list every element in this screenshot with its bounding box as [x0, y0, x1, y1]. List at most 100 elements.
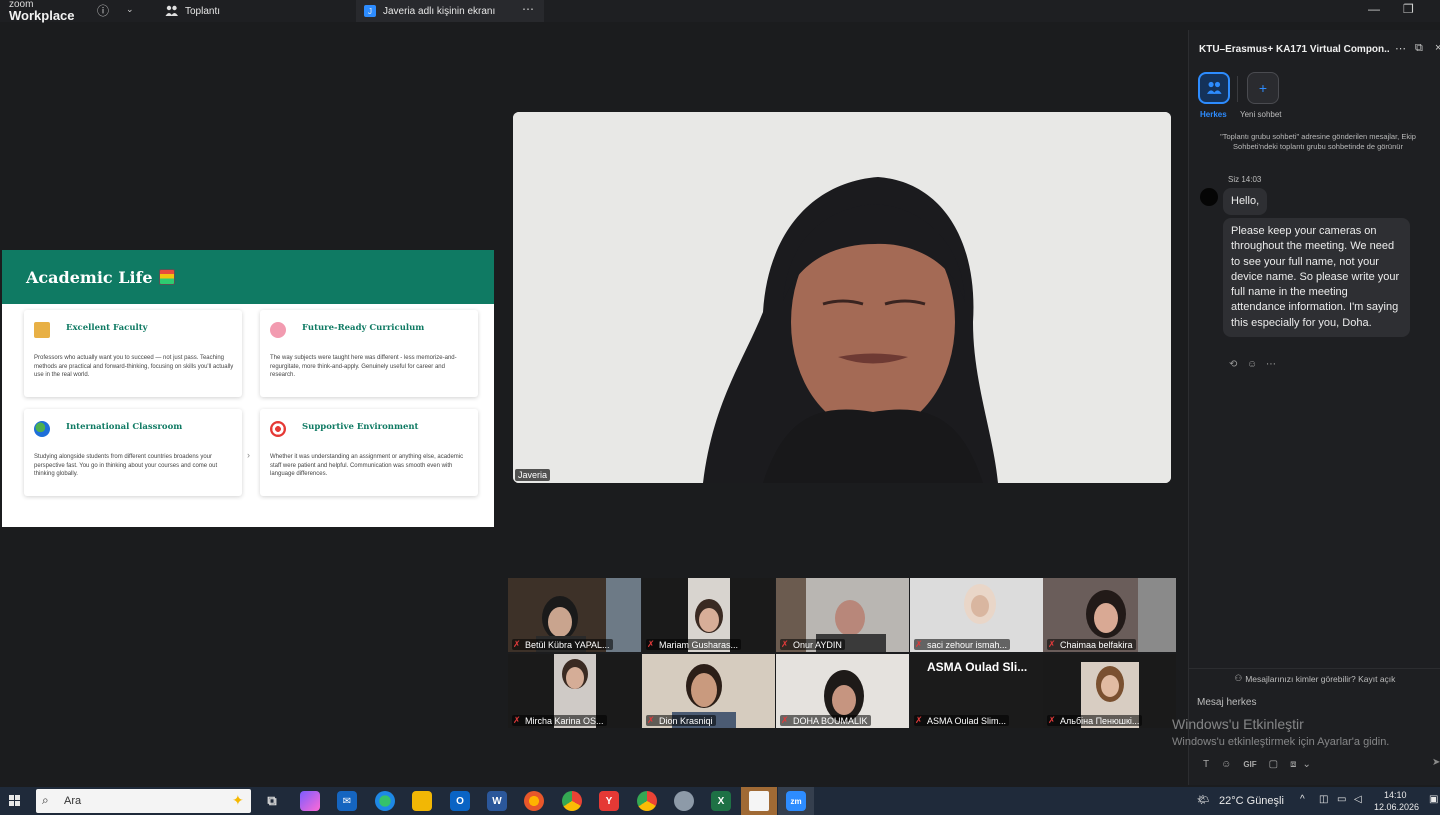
- mic-muted-icon: ✗: [647, 639, 655, 649]
- participant-tile[interactable]: ✗ Альбіна Пенюшкі...: [1043, 654, 1176, 728]
- participants-icon: [165, 5, 178, 16]
- minimize-icon[interactable]: —: [1368, 2, 1380, 16]
- excel-icon[interactable]: X: [711, 791, 731, 811]
- tray-chevron-up-icon[interactable]: ^: [1300, 794, 1305, 805]
- reply-icon[interactable]: ⟲: [1229, 359, 1237, 370]
- new-chat-button[interactable]: +: [1247, 72, 1279, 104]
- message-input[interactable]: [1197, 693, 1433, 711]
- yandex-icon[interactable]: Y: [599, 791, 619, 811]
- participant-display-name: ASMA Oulad Sli...: [927, 660, 1028, 674]
- outlook-icon[interactable]: O: [450, 791, 470, 811]
- emoji-reaction-icon[interactable]: ☺: [1247, 359, 1257, 370]
- participant-name: ✗ Betül Kübra YAPAL...: [512, 639, 613, 650]
- tab-meeting[interactable]: Toplantı: [155, 0, 355, 22]
- card-text: Whether it was understanding an assignme…: [270, 454, 464, 477]
- mic-muted-icon: ✗: [915, 715, 923, 725]
- participant-name: ✗ ASMA Oulad Slim...: [914, 715, 1010, 726]
- clock-date[interactable]: 12.06.2026: [1374, 802, 1419, 812]
- paint-icon[interactable]: [674, 791, 694, 811]
- participant-tile[interactable]: ✗ saci zehour ismah...: [910, 578, 1043, 652]
- camera-tray-icon[interactable]: ◫: [1319, 794, 1328, 805]
- emoji-icon[interactable]: ☺: [1221, 759, 1231, 770]
- card-text: The way subjects were taught here was di…: [270, 355, 457, 378]
- participant-tile[interactable]: ✗ Chaimaa belfakira: [1043, 578, 1176, 652]
- tab-meeting-label: Toplantı: [185, 5, 221, 17]
- chat-title: KTU–Erasmus+ KA171 Virtual Compon...: [1199, 44, 1389, 55]
- word-icon[interactable]: W: [487, 791, 507, 811]
- windows-start-icon[interactable]: [9, 795, 21, 807]
- clock-time[interactable]: 14:10: [1384, 790, 1407, 800]
- slide-title: Academic Life: [26, 267, 153, 287]
- participant-tile[interactable]: ✗ DOHA BOUMALIK: [776, 654, 909, 728]
- task-view-icon[interactable]: ⧉: [262, 791, 282, 811]
- text-format-icon[interactable]: T: [1203, 759, 1209, 770]
- brand-line2: Workplace: [9, 8, 75, 23]
- brain-icon: [270, 322, 286, 338]
- participant-tile[interactable]: ✗ Mircha Karina OS...: [508, 654, 641, 728]
- tab-screen-share[interactable]: J Javeria adlı kişinin ekranı: [356, 0, 544, 22]
- participant-tile[interactable]: ASMA Oulad Sli... ✗ ASMA Oulad Slim...: [910, 654, 1043, 728]
- participant-name: ✗ Альбіна Пенюшкі...: [1047, 715, 1143, 726]
- chevron-down-icon[interactable]: ⌄: [1303, 759, 1311, 770]
- tab-share-label: Javeria adlı kişinin ekranı: [383, 5, 496, 17]
- restore-icon[interactable]: ❐: [1403, 2, 1414, 16]
- teacher-icon: [34, 322, 50, 338]
- participant-name: ✗ Chaimaa belfakira: [1047, 639, 1136, 650]
- more-icon[interactable]: ⋯: [522, 2, 534, 16]
- document-icon[interactable]: [749, 791, 769, 811]
- slide-header: Academic Life: [2, 250, 494, 304]
- participant-tile[interactable]: ✗ Mariam Gusharas...: [642, 578, 775, 652]
- zoom-taskbar-icon[interactable]: zm: [786, 791, 806, 811]
- file-icon[interactable]: ▢: [1269, 759, 1278, 770]
- globe-icon: [34, 421, 50, 437]
- card-title: Future-Ready Curriculum: [302, 323, 425, 333]
- message-sender-time: Siz 14:03: [1228, 175, 1262, 184]
- file-explorer-icon[interactable]: [412, 791, 432, 811]
- mic-muted-icon: ✗: [781, 715, 789, 725]
- edge-icon[interactable]: [375, 791, 395, 811]
- participant-name: ✗ saci zehour ismah...: [914, 639, 1011, 650]
- chat-message[interactable]: Please keep your cameras on throughout t…: [1223, 218, 1410, 338]
- weather-icon[interactable]: 🌤: [1197, 795, 1210, 806]
- gif-button[interactable]: GIF: [1243, 760, 1256, 770]
- everyone-chat-button[interactable]: [1198, 72, 1230, 104]
- speaker-video[interactable]: Javeria: [513, 112, 1171, 483]
- chat-notice: "Toplantı grubu sohbeti" adresine gönder…: [1220, 132, 1416, 151]
- search-highlight-icon: ✦: [232, 792, 244, 808]
- zoom-window: zoom Workplace ⓘ ⌄ Toplantı J Javeria ad…: [0, 0, 1440, 815]
- more-icon[interactable]: ⋯: [1395, 42, 1406, 55]
- popout-icon[interactable]: ⧉: [1415, 42, 1423, 55]
- more-actions-icon[interactable]: ⋯: [1266, 359, 1276, 370]
- message-visibility-info[interactable]: ⚇ Mesajlarınızı kimler görebilir? Kayıt …: [1189, 668, 1440, 688]
- speaker-name-label: Javeria: [515, 469, 551, 481]
- chevron-down-icon[interactable]: ⌄: [126, 4, 134, 15]
- card-title: Excellent Faculty: [66, 323, 148, 333]
- copilot-icon[interactable]: [300, 791, 320, 811]
- mic-muted-icon: ✗: [781, 639, 789, 649]
- person-icon: ⚇: [1234, 673, 1243, 683]
- info-icon[interactable]: ⓘ: [97, 2, 109, 19]
- participant-tile[interactable]: ✗ Onur AYDIN: [776, 578, 909, 652]
- chrome-profile-icon[interactable]: [637, 791, 657, 811]
- mic-muted-icon: ✗: [647, 715, 655, 725]
- notification-icon[interactable]: ▣: [1429, 794, 1438, 805]
- card-international-classroom: International Classroom Studying alongsi…: [24, 409, 242, 496]
- participant-name: ✗ DOHA BOUMALIK: [780, 715, 871, 726]
- volume-icon[interactable]: ◁: [1354, 794, 1362, 805]
- weather-text[interactable]: 22°C Güneşli: [1219, 795, 1284, 807]
- screenshot-icon[interactable]: ⧈: [1290, 759, 1296, 770]
- network-icon[interactable]: ▭: [1337, 794, 1346, 805]
- mail-icon[interactable]: ✉: [337, 791, 357, 811]
- participant-name: ✗ Mariam Gusharas...: [646, 639, 742, 650]
- firefox-icon[interactable]: [524, 791, 544, 811]
- chrome-icon[interactable]: [562, 791, 582, 811]
- participant-tile[interactable]: ✗ Betül Kübra YAPAL...: [508, 578, 641, 652]
- close-icon[interactable]: ×: [1435, 42, 1440, 54]
- chat-message[interactable]: Hello,: [1223, 188, 1268, 216]
- new-chat-label: Yeni sohbet: [1240, 110, 1282, 119]
- participant-tile[interactable]: ✗ Dion Krasniqi: [642, 654, 775, 728]
- send-icon[interactable]: ➤: [1432, 757, 1440, 768]
- participant-name: ✗ Dion Krasniqi: [646, 715, 716, 726]
- taskbar-search[interactable]: ⌕ Ara ✦: [36, 789, 251, 813]
- participant-name: ✗ Mircha Karina OS...: [512, 715, 607, 726]
